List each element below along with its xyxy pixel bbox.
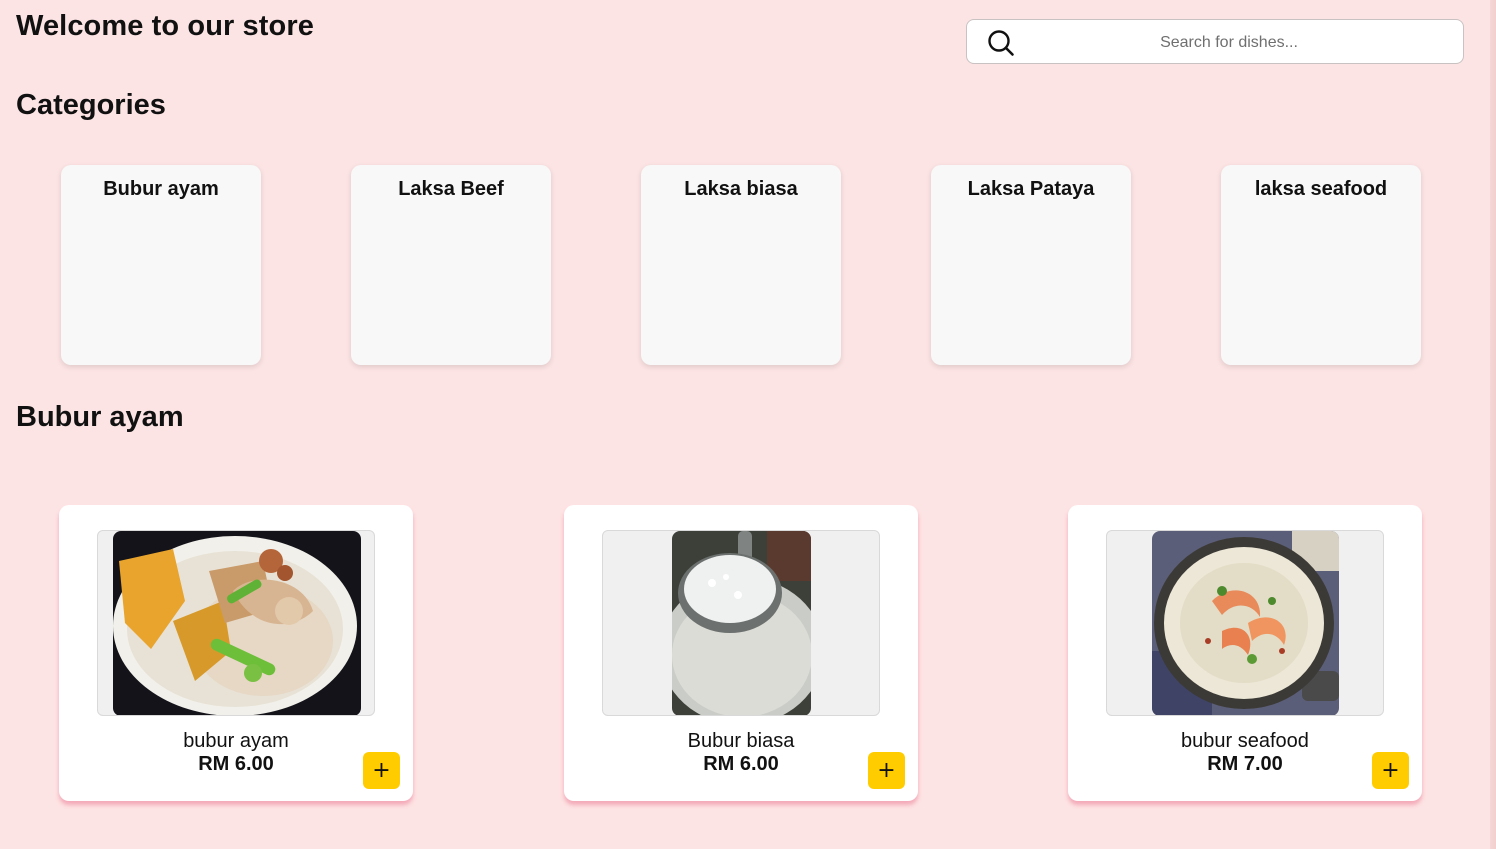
store-page: Welcome to our store Categories Bubur ay… [0,0,1496,849]
dish-name: Bubur biasa [687,730,795,752]
bubur-biasa-photo[interactable] [672,531,811,716]
category-card-laksa-seafood[interactable]: laksa seafood [1221,165,1421,365]
dish-name: bubur ayam [183,730,289,752]
dish-name: bubur seafood [1181,730,1309,752]
add-to-cart-button[interactable]: + [1372,752,1409,789]
dish-price: RM 7.00 [1207,753,1283,775]
bubur-seafood-photo[interactable] [1152,531,1339,716]
categories-heading: Categories [16,89,166,121]
dish-card-bubur-biasa: Bubur biasa RM 6.00 + [564,505,918,801]
category-label: Laksa Beef [398,178,504,200]
dish-price: RM 6.00 [198,753,274,775]
category-label: Laksa Pataya [967,178,1095,200]
store-title: Welcome to our store [16,10,314,42]
dish-image-frame [1106,530,1384,716]
category-card-laksa-biasa[interactable]: Laksa biasa [641,165,841,365]
dish-image-frame [602,530,880,716]
dish-card-bubur-seafood: bubur seafood RM 7.00 + [1068,505,1422,801]
category-label: laksa seafood [1254,178,1388,200]
category-card-laksa-beef[interactable]: Laksa Beef [351,165,551,365]
category-card-laksa-pataya[interactable]: Laksa Pataya [931,165,1131,365]
add-to-cart-button[interactable]: + [363,752,400,789]
category-card-bubur-ayam[interactable]: Bubur ayam [61,165,261,365]
add-to-cart-button[interactable]: + [868,752,905,789]
scrollbar[interactable] [1490,0,1496,849]
dish-card-bubur-ayam: bubur ayam RM 6.00 + [59,505,413,801]
dish-image-frame [97,530,375,716]
category-label: Laksa biasa [684,178,798,200]
bubur-ayam-photo[interactable] [113,531,361,716]
search-input[interactable] [1027,20,1431,65]
dish-price: RM 6.00 [703,753,779,775]
search-icon[interactable] [987,29,1015,57]
search-bar[interactable] [966,19,1464,65]
category-label: Bubur ayam [103,178,219,200]
menu-section-heading: Bubur ayam [16,401,184,433]
